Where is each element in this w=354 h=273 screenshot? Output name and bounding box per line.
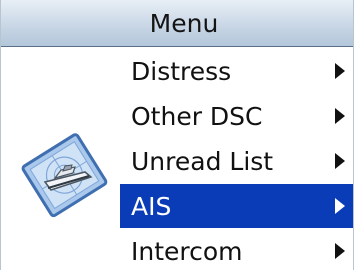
menu-item-ais[interactable]: AIS bbox=[120, 184, 353, 228]
chevron-right-icon bbox=[335, 108, 345, 124]
menu-item-unread-list[interactable]: Unread List bbox=[120, 139, 353, 183]
chevron-right-icon bbox=[335, 243, 345, 259]
chevron-right-icon bbox=[335, 63, 345, 79]
menu-item-distress[interactable]: Distress bbox=[120, 49, 353, 93]
title-bar: Menu bbox=[1, 0, 353, 47]
menu-item-label: AIS bbox=[131, 191, 172, 221]
menu-item-label: Other DSC bbox=[131, 101, 263, 131]
chevron-right-icon bbox=[335, 198, 345, 214]
menu-item-intercom[interactable]: Intercom bbox=[120, 229, 353, 273]
menu-item-label: Distress bbox=[131, 56, 232, 86]
menu-title: Menu bbox=[149, 8, 219, 38]
chevron-right-icon bbox=[335, 153, 345, 169]
boat-chart-icon bbox=[21, 133, 108, 218]
menu-item-label: Unread List bbox=[131, 146, 274, 176]
menu-screen: Menu Distress Other DSC Unread List AIS … bbox=[0, 0, 354, 270]
menu-item-label: Intercom bbox=[131, 236, 243, 266]
menu-item-other-dsc[interactable]: Other DSC bbox=[120, 94, 353, 138]
